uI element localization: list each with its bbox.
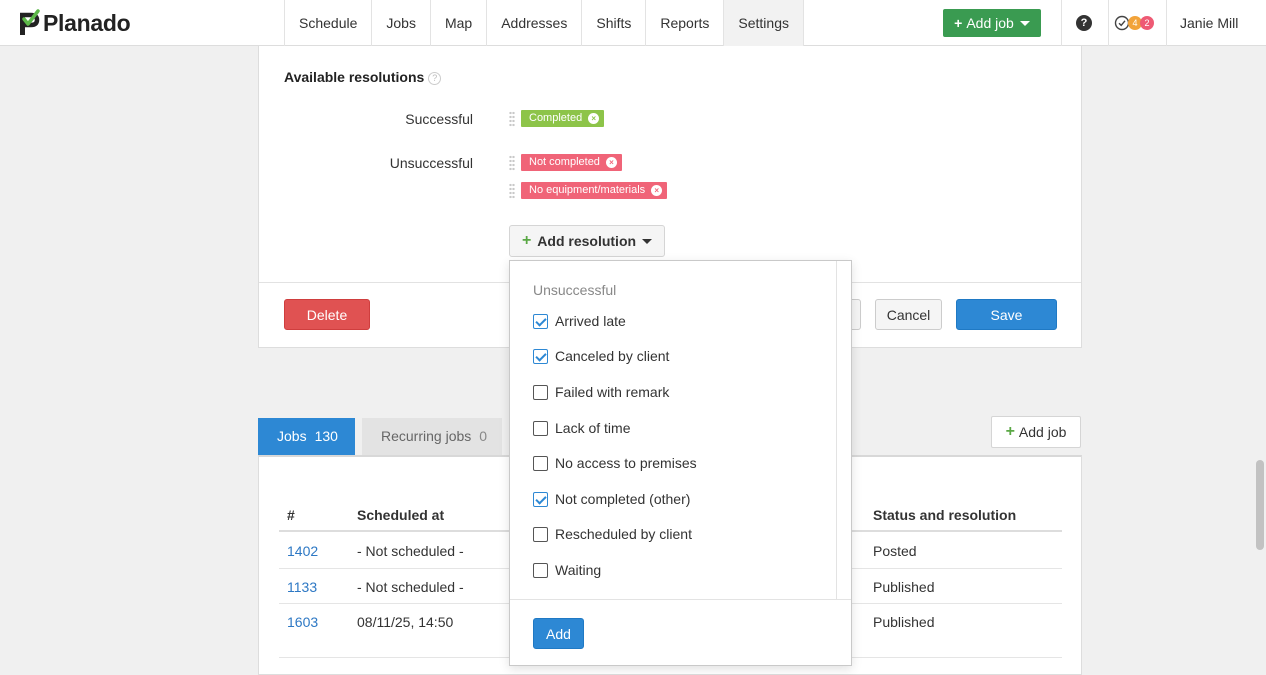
option-not-completed-other[interactable]: Not completed (other) <box>533 489 690 509</box>
option-rescheduled-by-client[interactable]: Rescheduled by client <box>533 524 692 544</box>
planado-logo[interactable]: Planado <box>18 9 131 37</box>
nav-map[interactable]: Map <box>431 0 488 46</box>
status-cell: Published <box>873 614 935 630</box>
tab-recurring-jobs[interactable]: Recurring jobs 0 <box>362 418 502 455</box>
status-cell: Posted <box>873 543 917 559</box>
scheduled-cell: 08/11/25, 14:50 <box>357 614 454 630</box>
option-waiting[interactable]: Waiting <box>533 560 601 580</box>
remove-tag-icon[interactable]: × <box>605 157 617 168</box>
column-header-status: Status and resolution <box>873 507 1017 523</box>
option-lack-of-time[interactable]: Lack of time <box>533 418 630 438</box>
scheduled-cell: - Not scheduled - <box>357 543 464 559</box>
top-navbar: Planado Schedule Jobs Map Addresses Shif… <box>0 0 1266 46</box>
tab-count: 0 <box>479 428 488 444</box>
cancel-button[interactable]: Cancel <box>875 299 942 330</box>
unsuccessful-label: Unsuccessful <box>389 155 473 171</box>
nav-divider <box>1108 0 1109 46</box>
notification-badge-red: 2 <box>1140 16 1154 30</box>
logo-check-icon <box>20 9 40 35</box>
add-job-button[interactable]: + Add job <box>991 416 1081 448</box>
checkbox[interactable] <box>533 491 548 507</box>
option-arrived-late[interactable]: Arrived late <box>533 311 626 331</box>
help-icon[interactable]: ? <box>1076 15 1092 31</box>
resolution-tag: Not completed × <box>521 154 622 171</box>
checkbox[interactable] <box>533 313 548 329</box>
remove-tag-icon[interactable]: × <box>588 113 600 124</box>
status-cell: Published <box>873 579 935 595</box>
job-number-link[interactable]: 1402 <box>287 543 318 559</box>
nav-addresses[interactable]: Addresses <box>487 0 583 46</box>
job-number-link[interactable]: 1133 <box>287 579 317 595</box>
checkbox[interactable] <box>533 455 548 471</box>
drag-handle-icon[interactable] <box>509 183 515 199</box>
column-header-number: # <box>287 507 295 523</box>
scheduled-cell: - Not scheduled - <box>357 579 464 595</box>
dropdown-scrollbar-track[interactable] <box>836 261 837 599</box>
user-menu[interactable]: Janie Mill <box>1180 0 1238 46</box>
checkbox[interactable] <box>533 384 548 400</box>
delete-button[interactable]: Delete <box>284 299 370 330</box>
resolution-tag: Completed × <box>521 110 605 127</box>
add-button[interactable]: Add <box>533 618 584 649</box>
caret-down-icon <box>1019 20 1030 26</box>
info-icon[interactable]: ? <box>428 72 442 85</box>
add-resolution-button[interactable]: + Add resolution <box>509 225 665 257</box>
nav-jobs[interactable]: Jobs <box>372 0 431 46</box>
option-failed-with-remark[interactable]: Failed with remark <box>533 382 669 402</box>
job-number-link[interactable]: 1603 <box>287 614 318 630</box>
option-no-access-to-premises[interactable]: No access to premises <box>533 453 697 473</box>
dropdown-footer-divider <box>510 599 851 600</box>
checkbox[interactable] <box>533 420 548 436</box>
option-canceled-by-client[interactable]: Canceled by client <box>533 346 669 366</box>
drag-handle-icon[interactable] <box>509 155 515 171</box>
nav-reports[interactable]: Reports <box>646 0 725 46</box>
page-scrollbar-thumb[interactable] <box>1256 460 1264 550</box>
caret-down-icon <box>642 238 653 244</box>
logo-text: Planado <box>43 9 131 36</box>
nav-shifts[interactable]: Shifts <box>582 0 647 46</box>
checkbox[interactable] <box>533 526 548 542</box>
add-job-dropdown-button[interactable]: + Add job <box>943 9 1041 37</box>
dropdown-group-label: Unsuccessful <box>533 282 617 298</box>
drag-handle-icon[interactable] <box>509 111 515 127</box>
save-button[interactable]: Save <box>956 299 1057 330</box>
nav-settings[interactable]: Settings <box>724 0 804 46</box>
tab-jobs[interactable]: Jobs 130 <box>258 418 355 455</box>
column-header-scheduled: Scheduled at <box>357 507 445 523</box>
section-title: Available resolutions? <box>284 69 442 85</box>
add-job-label: Add job <box>966 15 1014 31</box>
successful-label: Successful <box>405 111 473 127</box>
plus-icon: + <box>1005 423 1015 440</box>
checkbox[interactable] <box>533 562 548 578</box>
add-resolution-dropdown: Unsuccessful Arrived late Canceled by cl… <box>509 260 852 666</box>
nav-divider <box>1061 0 1062 46</box>
nav-divider <box>1166 0 1167 46</box>
checkbox[interactable] <box>533 348 548 364</box>
plus-icon: + <box>521 232 532 249</box>
plus-icon: + <box>954 15 963 31</box>
tab-count: 130 <box>314 428 338 444</box>
resolution-tag: No equipment/materials × <box>521 182 668 199</box>
notifications[interactable]: 4 2 <box>1114 14 1154 32</box>
nav-schedule[interactable]: Schedule <box>285 0 373 46</box>
add-resolution-label: Add resolution <box>537 233 637 249</box>
main-nav: Schedule Jobs Map Addresses Shifts Repor… <box>284 0 804 46</box>
remove-tag-icon[interactable]: × <box>651 185 663 196</box>
